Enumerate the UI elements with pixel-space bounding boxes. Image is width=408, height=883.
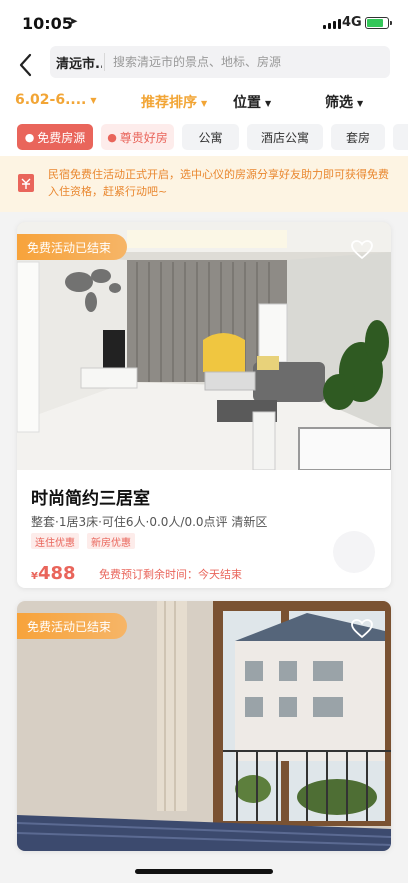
listing-card[interactable]: 免费活动已结束 [17, 601, 391, 851]
host-avatar[interactable] [333, 531, 375, 573]
tag-label: 公寓 [198, 130, 223, 145]
location-arrow-icon: ➤ [68, 14, 79, 28]
search-input[interactable] [113, 55, 363, 69]
caret-down-icon: ▼ [90, 95, 97, 105]
notice-text: 民宿免费住活动正式开启，选中心仪的房源分享好友助力即可获得免费入住资格，赶紧行动… [48, 168, 389, 198]
search-divider [104, 53, 105, 71]
tag-label: 酒店公寓 [260, 130, 309, 145]
tag-free[interactable]: ● 免费房源 [17, 124, 93, 150]
price-currency: ¥ [31, 571, 38, 582]
flame-icon: ● [107, 130, 117, 144]
listing-title[interactable]: 时尚简约三居室 [31, 484, 150, 509]
promo-notice[interactable]: 民宿免费住活动正式开启，选中心仪的房源分享好友助力即可获得免费入住资格，赶紧行动… [0, 156, 408, 212]
tag-suite[interactable]: 套房 [331, 124, 385, 150]
caret-down-icon: ▼ [357, 98, 364, 108]
booking-countdown: 免费预订剩余时间：今天结束 [99, 568, 242, 581]
favorite-heart-icon[interactable] [351, 619, 373, 639]
listing-meta: 整套·1居3床·可住6人·0.0人/0.0点评 清新区 [31, 515, 268, 529]
tag-label: 套房 [345, 130, 370, 145]
location-filter-label: 位置 [233, 95, 261, 111]
favorite-heart-icon[interactable] [351, 240, 373, 260]
status-bar: 10:05 ➤ 4G [0, 0, 408, 46]
discount-badge: 新房优惠 [87, 533, 135, 549]
caret-down-icon: ▼ [201, 98, 208, 108]
price-value: 488 [37, 563, 76, 584]
activity-ended-ribbon: 免费活动已结束 [17, 613, 128, 639]
activity-ended-ribbon: 免费活动已结束 [17, 234, 128, 260]
tag-apartment[interactable]: 公寓 [182, 124, 239, 150]
tag-more[interactable] [393, 124, 408, 150]
signal-icon [323, 19, 341, 29]
more-filter[interactable]: 筛选 ▼ [325, 92, 363, 112]
search-header: 清远市... [0, 46, 408, 86]
tag-premium[interactable]: ● 尊贵好房 [101, 124, 174, 150]
chevron-left-icon [19, 53, 32, 77]
listing-price: ¥488 [31, 563, 76, 584]
date-filter-label: 6.02-6.... [15, 92, 87, 108]
date-filter[interactable]: 6.02-6.... ▼ [15, 92, 97, 108]
search-bar[interactable]: 清远市... [50, 46, 390, 78]
filter-bar: 6.02-6.... ▼ 推荐排序 ▼ 位置 ▼ 筛选 ▼ [0, 86, 408, 118]
home-indicator[interactable] [135, 869, 273, 874]
more-filter-label: 筛选 [325, 95, 353, 111]
flame-icon: ● [24, 130, 35, 144]
caret-down-icon: ▼ [265, 98, 272, 108]
sort-filter-label: 推荐排序 [141, 95, 197, 111]
listing-card[interactable]: 免费活动已结束 时尚简约三居室 整套·1居3床·可住6人·0.0人/0.0点评 … [17, 222, 391, 588]
back-button[interactable] [14, 50, 40, 80]
city-selector[interactable]: 清远市... [50, 53, 102, 72]
discount-badge: 连住优惠 [31, 533, 79, 549]
tag-hotel-apartment[interactable]: 酒店公寓 [247, 124, 323, 150]
tag-label: 尊贵好房 [119, 130, 168, 145]
battery-icon [365, 17, 392, 29]
tag-label: 免费房源 [37, 130, 86, 145]
sort-filter[interactable]: 推荐排序 ▼ [141, 92, 207, 112]
gift-voucher-icon [18, 174, 34, 192]
tag-row: ● 免费房源 ● 尊贵好房 公寓 酒店公寓 套房 [0, 118, 408, 156]
status-time: 10:05 [22, 14, 73, 33]
location-filter[interactable]: 位置 ▼ [233, 92, 271, 112]
network-type: 4G [342, 15, 362, 30]
